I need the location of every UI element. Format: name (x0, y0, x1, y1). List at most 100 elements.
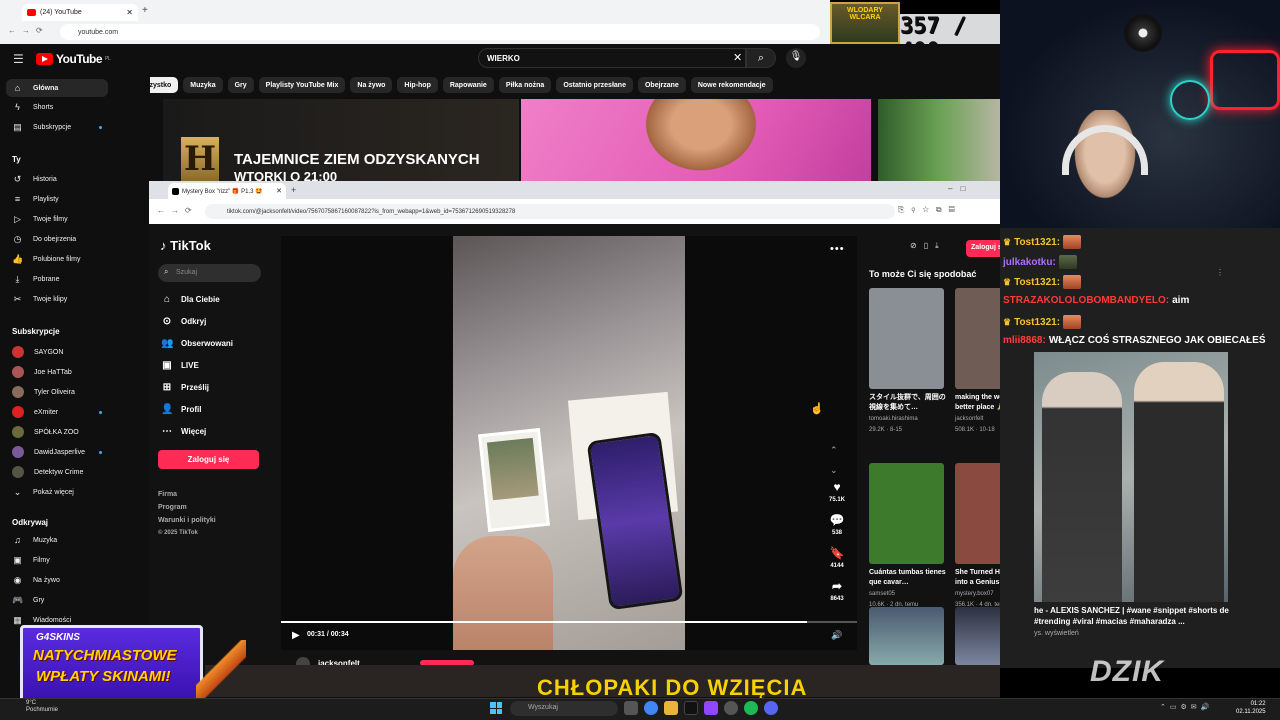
suggestion-thumb[interactable] (869, 607, 944, 665)
filter-chip[interactable]: Rapowanie (442, 77, 494, 93)
banner-thumbnail[interactable] (521, 99, 871, 183)
chrome-icon[interactable] (644, 701, 658, 715)
section-header-subscriptions[interactable]: Subskrypcje (12, 327, 60, 336)
footer-link[interactable]: Warunki i polityki (158, 517, 216, 524)
sidebar-item[interactable]: ϟ Shorts (6, 98, 108, 116)
chat-username[interactable]: Tost1321: (1014, 317, 1060, 328)
start-icon[interactable] (490, 702, 502, 714)
sidebar-item[interactable]: Joe HaTTab (6, 363, 108, 381)
footer-link[interactable]: Firma (158, 491, 177, 498)
suggestion-author[interactable]: tomoaki.hirashima (869, 416, 918, 422)
clock[interactable]: 01:22 02.11.2025 (1236, 700, 1266, 716)
sidebar-item[interactable]: 🎮 Gry (6, 591, 108, 609)
more-icon[interactable]: ⋮ (1216, 268, 1224, 277)
filter-chip[interactable]: Playlisty YouTube Mix (258, 77, 346, 93)
search-input[interactable]: WIERKO (478, 48, 746, 68)
sidebar-item[interactable]: SPÓŁKA ZOO (6, 423, 108, 441)
folder-icon[interactable] (664, 701, 678, 715)
tiktok-nav-item[interactable]: ⊙ Odkryj (161, 316, 207, 327)
tiktok-nav-item[interactable]: 👤 Profil (161, 404, 201, 415)
play-icon[interactable]: ▶ (292, 630, 300, 641)
spotify-icon[interactable] (744, 701, 758, 715)
filter-chip[interactable]: Gry (227, 77, 254, 93)
close-tab-icon[interactable]: ✕ (126, 8, 133, 17)
clear-search-icon[interactable]: ✕ (733, 51, 742, 64)
tiktok-nav-item[interactable]: ⊞ Prześlij (161, 382, 209, 393)
address-bar[interactable]: youtube.com (60, 24, 820, 40)
login-button[interactable]: Zaloguj się (158, 450, 259, 469)
menu-icon[interactable]: ☰ (13, 52, 24, 66)
new-tab-button[interactable]: + (142, 5, 148, 16)
suggestion-author[interactable]: jacksonfelt (955, 416, 983, 422)
tiktok-search-input[interactable]: Szukaj (158, 264, 261, 282)
tiktok-logo[interactable]: ♪ TikTok (160, 238, 211, 253)
suggestion-thumb[interactable] (869, 463, 944, 564)
filter-chip[interactable]: Na żywo (350, 77, 393, 93)
app-icon[interactable] (724, 701, 738, 715)
weather-widget[interactable]: 9°C Pochmurnie (26, 700, 58, 714)
chat-username[interactable]: Tost1321: (1014, 237, 1060, 248)
sidebar-item[interactable]: ♫ Muzyka (6, 531, 108, 549)
suggestion-thumb[interactable] (869, 288, 944, 389)
section-header-you[interactable]: Ty (12, 155, 21, 164)
chat-username[interactable]: mlii8868: (1003, 335, 1046, 346)
footer-link[interactable]: Program (158, 504, 187, 511)
taskbar-search[interactable]: Wyszukaj (510, 701, 618, 716)
toolbar-icons[interactable]: ⎘⚲☆⧉▤ (898, 205, 962, 215)
side-video[interactable] (1034, 352, 1228, 602)
close-tab-icon[interactable]: ✕ (276, 187, 282, 195)
sidebar-item[interactable]: ◷ Do obejrzenia (6, 230, 108, 248)
volume-icon[interactable]: 🔊 (831, 630, 842, 641)
filter-chip[interactable]: Obejrzane (637, 77, 686, 93)
mic-button[interactable]: 🎙 (786, 48, 806, 68)
tiktok-nav-item[interactable]: 👥 Obserwowani (161, 338, 233, 349)
address-bar[interactable]: tiktok.com/@jacksonfelt/video/7567075867… (205, 204, 895, 219)
filter-chip[interactable]: Hip-hop (397, 77, 438, 93)
history-banner[interactable]: H TAJEMNICE ZIEM ODZYSKANYCH WTORKI O 21… (163, 99, 519, 184)
system-tray[interactable]: ⌃▭⚙✉🔊 (1160, 703, 1213, 711)
nav-buttons[interactable]: ←→⟳ (8, 26, 49, 35)
filter-chip[interactable]: Muzyka (183, 77, 223, 93)
more-options-icon[interactable]: ••• (830, 243, 845, 255)
top-icons[interactable]: ⊘▯⤓ (910, 241, 946, 251)
chat-username[interactable]: Tost1321: (1014, 277, 1060, 288)
sidebar-item[interactable]: ▷ Twoje filmy (6, 210, 108, 228)
sidebar-item[interactable]: ⌂ Główna (6, 79, 108, 97)
progress-bar-rest[interactable] (807, 621, 857, 623)
search-button[interactable]: ⌕ (746, 48, 776, 68)
suggestion-author[interactable]: samset05 (869, 591, 895, 597)
suggestion-author[interactable]: mystery.box07 (955, 591, 994, 597)
sidebar-item[interactable]: SAYGON (6, 343, 108, 361)
sidebar-item[interactable]: ⤓ Pobrane (6, 270, 108, 288)
app-icon[interactable] (704, 701, 718, 715)
suggestion-caption[interactable]: Cuántas tumbas tienes que cavar… (869, 568, 947, 588)
video-nav-arrows[interactable]: ⌃ ⌄ (830, 440, 838, 480)
share-action[interactable]: ➦ 8643 (822, 579, 852, 602)
sidebar-item[interactable]: eXmiter (6, 403, 108, 421)
tab-youtube[interactable]: (24) YouTube ✕ (22, 4, 138, 21)
taskview-icon[interactable] (624, 701, 638, 715)
sidebar-item[interactable]: Detektyw Crime (6, 463, 108, 481)
comment-action[interactable]: 💬 538 (822, 513, 852, 536)
sidebar-item[interactable]: ≡ Playlisty (6, 190, 108, 208)
sidebar-item[interactable]: Tyler Oliveira (6, 383, 108, 401)
sidebar-item[interactable]: 👍 Polubione filmy (6, 250, 108, 268)
filter-chip[interactable]: Nowe rekomendacje (690, 77, 773, 93)
chat-username[interactable]: STRAZAKOLOLOBOMBANDYELO: (1003, 295, 1169, 306)
banner-thumbnail[interactable] (878, 99, 1000, 183)
sidebar-item[interactable]: DawidJasperlive (6, 443, 108, 461)
obs-icon[interactable] (684, 701, 698, 715)
youtube-logo[interactable]: YouTube PL (36, 52, 111, 66)
sidebar-item[interactable]: ↺ Historia (6, 170, 108, 188)
sidebar-item[interactable]: ◉ Na żywo (6, 571, 108, 589)
nav-buttons[interactable]: ←→⟳ (157, 206, 198, 215)
save-action[interactable]: 🔖 4144 (822, 546, 852, 569)
video-frame[interactable] (453, 236, 685, 650)
filter-chip[interactable]: Ostatnio przesłane (556, 77, 633, 93)
window-controls[interactable]: –□ (948, 184, 973, 193)
discord-icon[interactable] (764, 701, 778, 715)
tiktok-nav-item[interactable]: ⋯ Więcej (161, 426, 206, 437)
suggestion-caption[interactable]: スタイル抜群で、周囲の視線を集めて… (869, 393, 947, 413)
chat-username[interactable]: julkakotku: (1003, 257, 1056, 268)
sidebar-item[interactable]: ⌄ Pokaż więcej (6, 483, 108, 501)
